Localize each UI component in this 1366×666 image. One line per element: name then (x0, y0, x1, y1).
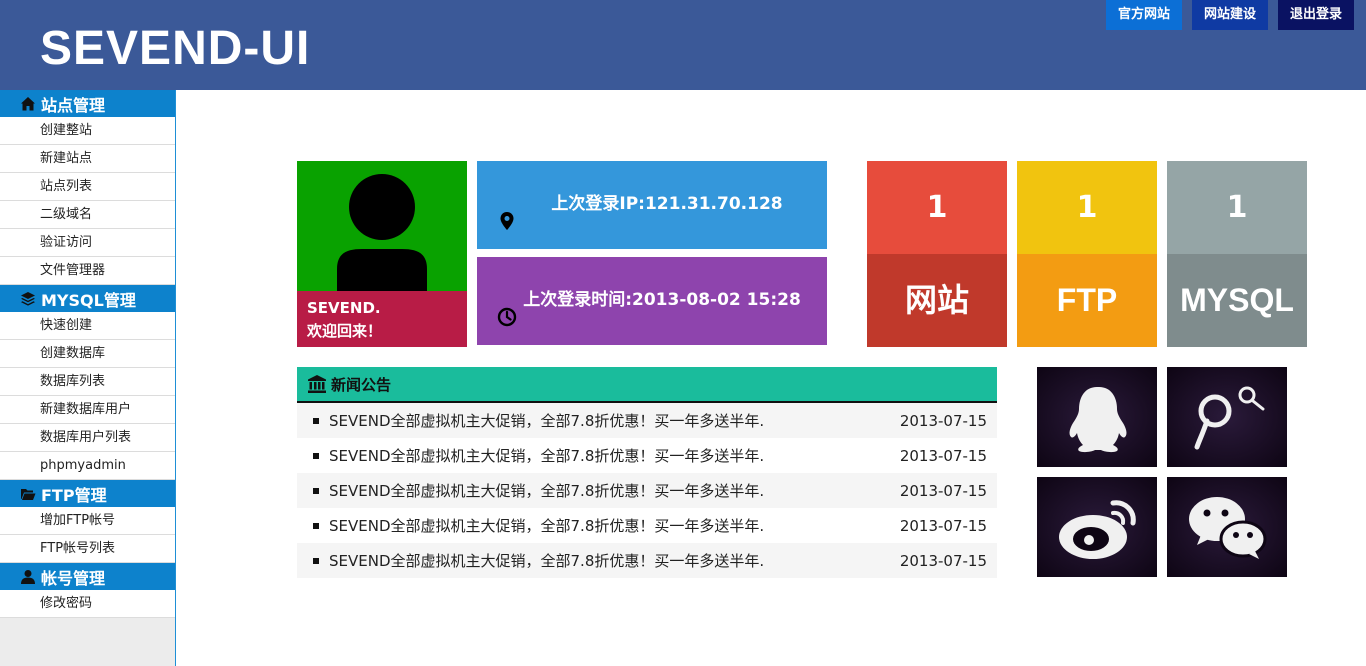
sidebar-item-subdomain[interactable]: 二级域名 (0, 201, 175, 229)
sidebar-item-add-ftp-account[interactable]: 增加FTP帐号 (0, 507, 175, 535)
stat-tile-mysql[interactable]: 1 MYSQL (1167, 161, 1307, 347)
sidebar-group-mysql[interactable]: MYSQL管理 (0, 285, 175, 312)
sidebar-item-quick-create[interactable]: 快速创建 (0, 312, 175, 340)
news-item-date: 2013-07-15 (899, 411, 987, 430)
sidebar-item-site-list[interactable]: 站点列表 (0, 173, 175, 201)
sidebar-item-db-user-list[interactable]: 数据库用户列表 (0, 424, 175, 452)
sidebar-item-new-site[interactable]: 新建站点 (0, 145, 175, 173)
sidebar-item-database-list[interactable]: 数据库列表 (0, 368, 175, 396)
news-list: SEVEND全部虚拟机主大促销，全部7.8折优惠！买一年多送半年. 2013-0… (297, 403, 997, 578)
user-name: SEVEND. (307, 299, 381, 317)
news-panel: 新闻公告 SEVEND全部虚拟机主大促销，全部7.8折优惠！买一年多送半年. 2… (297, 367, 997, 578)
news-item-date: 2013-07-15 (899, 481, 987, 500)
wechat-icon (1167, 477, 1287, 577)
avatar-icon (337, 174, 427, 291)
weibo-icon (1037, 477, 1157, 577)
news-header: 新闻公告 (297, 367, 997, 403)
news-item-date: 2013-07-15 (899, 516, 987, 535)
sidebar-item-change-password[interactable]: 修改密码 (0, 590, 175, 618)
stat-tile-ftp[interactable]: 1 FTP (1017, 161, 1157, 347)
bullet-icon (313, 452, 319, 459)
stat-ftp-label: FTP (1017, 254, 1157, 347)
tencent-weibo-button[interactable] (1167, 367, 1287, 467)
news-item-title: SEVEND全部虚拟机主大促销，全部7.8折优惠！买一年多送半年. (329, 482, 765, 500)
official-site-button[interactable]: 官方网站 (1105, 0, 1182, 30)
news-item-date: 2013-07-15 (899, 446, 987, 465)
weibo-button[interactable] (1037, 477, 1157, 577)
layers-icon (21, 291, 35, 306)
welcome-box: SEVEND. 欢迎回来！ (297, 291, 467, 347)
stat-website-count: 1 (867, 161, 1007, 254)
sidebar-group-title: MYSQL管理 (41, 290, 136, 310)
top-nav: 官方网站 网站建设 退出登录 (1105, 0, 1354, 30)
news-item-date: 2013-07-15 (899, 551, 987, 570)
main-content: SEVEND. 欢迎回来！ 上次登录IP:121.31.70.128 上次登录时… (177, 90, 1366, 666)
news-title: 新闻公告 (331, 375, 392, 394)
sidebar-item-create-database[interactable]: 创建数据库 (0, 340, 175, 368)
last-login-ip: 上次登录IP:121.31.70.128 (551, 194, 783, 214)
folder-open-icon (21, 488, 36, 500)
news-item[interactable]: SEVEND全部虚拟机主大促销，全部7.8折优惠！买一年多送半年. 2013-0… (297, 438, 997, 473)
sidebar-group-title: FTP管理 (41, 485, 107, 505)
sidebar: 站点管理 创建整站 新建站点 站点列表 二级域名 验证访问 文件管理器 MYSQ… (0, 90, 176, 666)
user-avatar-tile: SEVEND. 欢迎回来！ (297, 161, 467, 347)
sidebar-item-new-db-user[interactable]: 新建数据库用户 (0, 396, 175, 424)
sidebar-item-phpmyadmin[interactable]: phpmyadmin (0, 452, 175, 480)
sidebar-group-site[interactable]: 站点管理 (0, 90, 175, 117)
news-item[interactable]: SEVEND全部虚拟机主大促销，全部7.8折优惠！买一年多送半年. 2013-0… (297, 543, 997, 578)
bullet-icon (313, 557, 319, 564)
news-item-title: SEVEND全部虚拟机主大促销，全部7.8折优惠！买一年多送半年. (329, 447, 765, 465)
sidebar-group-ftp[interactable]: FTP管理 (0, 480, 175, 507)
sidebar-group-account[interactable]: 帐号管理 (0, 563, 175, 590)
stat-mysql-count: 1 (1167, 161, 1307, 254)
qq-button[interactable] (1037, 367, 1157, 467)
site-building-button[interactable]: 网站建设 (1191, 0, 1268, 30)
stat-mysql-label: MYSQL (1167, 254, 1307, 347)
news-item[interactable]: SEVEND全部虚拟机主大促销，全部7.8折优惠！买一年多送半年. 2013-0… (297, 508, 997, 543)
last-login-time: 上次登录时间:2013-08-02 15:28 (523, 290, 801, 310)
user-icon (21, 569, 35, 584)
stat-tile-website[interactable]: 1 网站 (867, 161, 1007, 347)
stat-website-label: 网站 (867, 254, 1007, 347)
news-item-title: SEVEND全部虚拟机主大促销，全部7.8折优惠！买一年多送半年. (329, 412, 765, 430)
clock-icon (497, 307, 517, 327)
welcome-text: 欢迎回来！ (307, 322, 383, 340)
site-logo[interactable]: SEVEND-UI (40, 20, 310, 78)
news-item[interactable]: SEVEND全部虚拟机主大促销，全部7.8折优惠！买一年多送半年. 2013-0… (297, 403, 997, 438)
location-pin-icon (500, 212, 514, 230)
logout-button[interactable]: 退出登录 (1277, 0, 1354, 30)
sidebar-group-title: 站点管理 (41, 95, 106, 115)
tencent-weibo-icon (1167, 367, 1287, 467)
news-item-title: SEVEND全部虚拟机主大促销，全部7.8折优惠！买一年多送半年. (329, 517, 765, 535)
wechat-button[interactable] (1167, 477, 1287, 577)
news-item-title: SEVEND全部虚拟机主大促销，全部7.8折优惠！买一年多送半年. (329, 552, 765, 570)
bullet-icon (313, 487, 319, 494)
qq-icon (1037, 367, 1157, 467)
sidebar-item-file-manager[interactable]: 文件管理器 (0, 257, 175, 285)
home-icon (21, 96, 35, 110)
bullet-icon (313, 522, 319, 529)
sidebar-group-title: 帐号管理 (41, 568, 106, 588)
bullet-icon (313, 417, 319, 424)
header: SEVEND-UI 官方网站 网站建设 退出登录 (0, 0, 1366, 90)
sidebar-item-create-site-package[interactable]: 创建整站 (0, 117, 175, 145)
last-login-ip-tile: 上次登录IP:121.31.70.128 (477, 161, 827, 249)
bank-icon (308, 375, 326, 393)
last-login-time-tile: 上次登录时间:2013-08-02 15:28 (477, 257, 827, 345)
sidebar-item-auth-access[interactable]: 验证访问 (0, 229, 175, 257)
stat-ftp-count: 1 (1017, 161, 1157, 254)
sidebar-item-ftp-account-list[interactable]: FTP帐号列表 (0, 535, 175, 563)
news-item[interactable]: SEVEND全部虚拟机主大促销，全部7.8折优惠！买一年多送半年. 2013-0… (297, 473, 997, 508)
